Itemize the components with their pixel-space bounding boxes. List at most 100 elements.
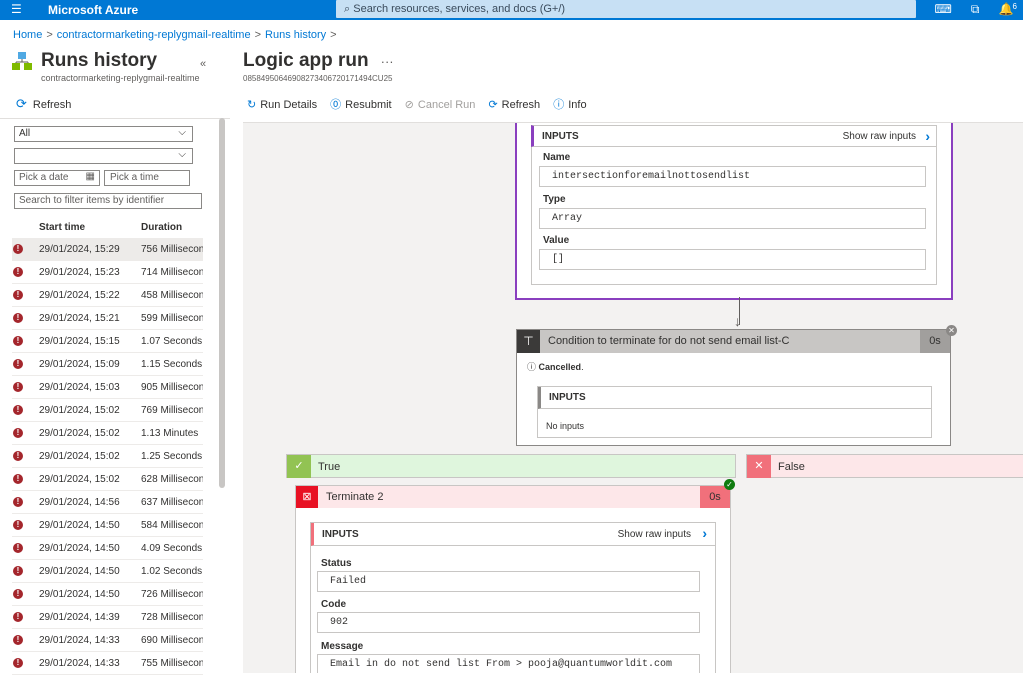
topbar-icons: ⌨ ⧉ 🔔 6: [919, 2, 1018, 17]
secondary-filter-dropdown[interactable]: ⌵: [14, 148, 193, 164]
info-button[interactable]: ⓘ Info: [553, 99, 586, 111]
check-icon: ✓: [287, 455, 311, 478]
error-icon: !: [13, 267, 23, 277]
time-placeholder: Pick a time: [110, 172, 159, 183]
error-icon: !: [13, 405, 23, 415]
chevron-right-icon[interactable]: ›: [925, 128, 930, 144]
hamburger-icon[interactable]: ☰: [11, 2, 22, 16]
true-branch-header[interactable]: ✓ True: [286, 454, 736, 478]
breadcrumb-resource[interactable]: contractormarketing-replygmail-realtime: [57, 29, 251, 41]
message-label: Message: [321, 641, 364, 652]
table-row[interactable]: ! 29/01/2024, 14:33 755 Milliseconds: [12, 652, 203, 675]
page-title: Logic app run ···: [243, 50, 394, 72]
refresh-run-button[interactable]: ⟳ Refresh: [488, 99, 540, 111]
brand-title[interactable]: Microsoft Azure: [48, 3, 138, 17]
inputs-header: INPUTS Show raw inputs ›: [531, 125, 937, 147]
inputs-title: INPUTS: [542, 131, 579, 142]
table-row[interactable]: ! 29/01/2024, 14:39 728 Milliseconds: [12, 606, 203, 629]
table-row[interactable]: ! 29/01/2024, 15:21 599 Milliseconds: [12, 307, 203, 330]
table-row[interactable]: ! 29/01/2024, 14:50 1.02 Seconds: [12, 560, 203, 583]
terminate-title: Terminate 2: [326, 491, 384, 503]
resubmit-icon: ⓪: [330, 99, 342, 111]
global-search-input[interactable]: ⌕ Search resources, services, and docs (…: [336, 0, 916, 18]
code-label: Code: [321, 599, 346, 610]
table-row[interactable]: ! 29/01/2024, 15:02 1.13 Minutes: [12, 422, 203, 445]
run-duration: 1.02 Seconds: [141, 566, 203, 577]
column-duration[interactable]: Duration: [141, 222, 182, 233]
refresh-button[interactable]: ⟳ Refresh: [16, 96, 71, 112]
run-start-time: 29/01/2024, 14:50: [39, 566, 120, 577]
cloud-shell-icon[interactable]: ⌨: [935, 2, 952, 16]
runs-list: ! 29/01/2024, 15:29 756 Milliseconds! 29/01…: [12, 238, 203, 675]
run-start-time: 29/01/2024, 15:03: [39, 382, 120, 393]
chevron-down-icon: ⌵: [178, 127, 186, 138]
table-row[interactable]: ! 29/01/2024, 15:03 905 Milliseconds: [12, 376, 203, 399]
more-options-icon[interactable]: ···: [381, 54, 394, 69]
status-label: Status: [321, 558, 352, 569]
terminate-action-card[interactable]: ⊠ Terminate 2 0s INPUTS Show raw inputs …: [295, 485, 731, 673]
run-details-label: Run Details: [260, 99, 318, 111]
column-start-time[interactable]: Start time: [39, 222, 85, 233]
breadcrumb-separator: >: [46, 29, 53, 41]
info-icon: ⓘ: [553, 99, 565, 111]
condition-action-card[interactable]: ⊤ Condition to terminate for do not send…: [516, 329, 951, 446]
table-row[interactable]: ! 29/01/2024, 14:50 4.09 Seconds: [12, 537, 203, 560]
designer-canvas[interactable]: INPUTS Show raw inputs › Name intersecti…: [243, 122, 1023, 673]
run-start-time: 29/01/2024, 15:02: [39, 405, 120, 416]
scrollbar[interactable]: [219, 118, 225, 488]
run-duration: 1.07 Seconds: [141, 336, 203, 347]
time-picker[interactable]: Pick a time: [104, 170, 190, 186]
run-start-time: 29/01/2024, 15:02: [39, 428, 120, 439]
error-icon: !: [13, 451, 23, 461]
collapse-panel-icon[interactable]: «: [200, 58, 206, 70]
run-duration: 628 Milliseconds: [141, 474, 203, 485]
false-branch-header[interactable]: ✕ False: [746, 454, 1023, 478]
refresh-icon: ⟳: [488, 99, 498, 111]
breadcrumb-home[interactable]: Home: [13, 29, 42, 41]
show-raw-inputs-link[interactable]: Show raw inputs: [843, 131, 916, 142]
status-value: Failed: [317, 571, 700, 592]
table-row[interactable]: ! 29/01/2024, 15:15 1.07 Seconds: [12, 330, 203, 353]
table-row[interactable]: ! 29/01/2024, 15:22 458 Milliseconds: [12, 284, 203, 307]
table-row[interactable]: ! 29/01/2024, 15:02 1.25 Seconds: [12, 445, 203, 468]
run-duration: 756 Milliseconds: [141, 244, 203, 255]
notifications-icon[interactable]: 🔔: [999, 2, 1014, 16]
table-row[interactable]: ! 29/01/2024, 14:50 584 Milliseconds: [12, 514, 203, 537]
date-picker[interactable]: Pick a date ▦: [14, 170, 100, 186]
table-row[interactable]: ! 29/01/2024, 14:50 726 Milliseconds: [12, 583, 203, 606]
error-icon: !: [13, 244, 23, 254]
breadcrumb-page[interactable]: Runs history: [265, 29, 326, 41]
run-duration: 755 Milliseconds: [141, 658, 203, 669]
table-row[interactable]: ! 29/01/2024, 14:56 637 Milliseconds: [12, 491, 203, 514]
table-row[interactable]: ! 29/01/2024, 15:23 714 Milliseconds: [12, 261, 203, 284]
terminate-header[interactable]: ⊠ Terminate 2 0s: [296, 486, 730, 508]
run-start-time: 29/01/2024, 14:50: [39, 589, 120, 600]
run-duration: 599 Milliseconds: [141, 313, 203, 324]
panel-title: Runs history: [41, 50, 158, 71]
condition-header[interactable]: ⊤ Condition to terminate for do not send…: [517, 330, 950, 353]
cancel-run-button[interactable]: ⊘ Cancel Run: [405, 99, 476, 111]
table-row[interactable]: ! 29/01/2024, 15:02 628 Milliseconds: [12, 468, 203, 491]
table-row[interactable]: ! 29/01/2024, 14:33 690 Milliseconds: [12, 629, 203, 652]
chevron-right-icon[interactable]: ›: [702, 525, 707, 541]
date-placeholder: Pick a date: [19, 172, 69, 183]
resubmit-button[interactable]: ⓪ Resubmit: [330, 99, 391, 111]
table-row[interactable]: ! 29/01/2024, 15:09 1.15 Seconds: [12, 353, 203, 376]
compose-action-card[interactable]: INPUTS Show raw inputs › Name intersecti…: [515, 123, 953, 300]
run-details-button[interactable]: ↻ Run Details: [247, 99, 317, 111]
error-icon: !: [13, 658, 23, 668]
type-value: Array: [539, 208, 926, 229]
table-row[interactable]: ! 29/01/2024, 15:29 756 Milliseconds: [12, 238, 203, 261]
breadcrumb: Home > contractormarketing-replygmail-real…: [13, 29, 341, 41]
run-start-time: 29/01/2024, 15:21: [39, 313, 120, 324]
directory-filter-icon[interactable]: ⧉: [971, 2, 980, 17]
show-raw-inputs-link[interactable]: Show raw inputs: [618, 529, 691, 540]
run-duration: 4.09 Seconds: [141, 543, 203, 554]
page-title-text: Logic app run: [243, 50, 369, 71]
table-row[interactable]: ! 29/01/2024, 15:02 769 Milliseconds: [12, 399, 203, 422]
status-filter-dropdown[interactable]: All ⌵: [14, 126, 193, 142]
condition-duration: 0s: [920, 330, 950, 353]
error-icon: !: [13, 474, 23, 484]
error-icon: !: [13, 520, 23, 530]
identifier-filter-input[interactable]: Search to filter items by identifier: [14, 193, 202, 209]
